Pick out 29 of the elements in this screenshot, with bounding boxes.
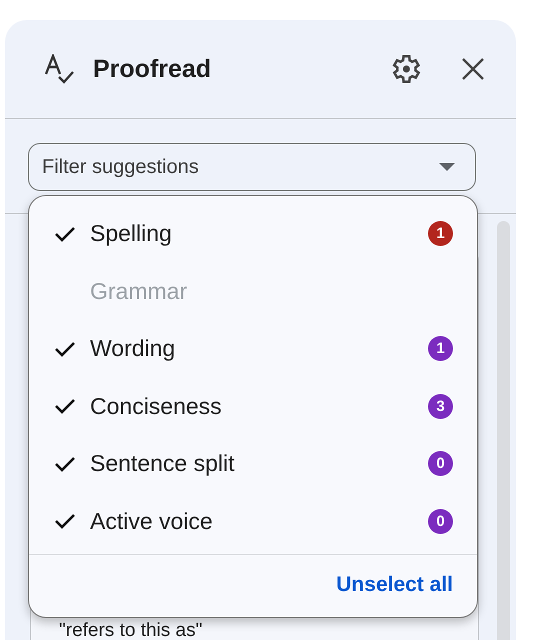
option-label: Wording bbox=[90, 335, 176, 362]
check-icon bbox=[54, 226, 76, 242]
filter-option[interactable]: Active voice 0 bbox=[29, 492, 477, 550]
filter-option[interactable]: Conciseness 3 bbox=[29, 378, 477, 435]
unselect-all-link[interactable]: Unselect all bbox=[336, 573, 453, 597]
option-label: Sentence split bbox=[90, 450, 236, 478]
filter-dropdown[interactable]: Filter suggestions bbox=[28, 143, 476, 191]
option-label: Grammar bbox=[90, 278, 188, 305]
filter-option[interactable]: Sentence split 0 bbox=[29, 435, 477, 492]
count-badge: 0 bbox=[428, 508, 453, 534]
panel-title: Proofread bbox=[93, 54, 212, 84]
count-badge: 1 bbox=[428, 336, 453, 362]
option-label: Active voice bbox=[90, 508, 214, 535]
close-icon[interactable] bbox=[460, 56, 486, 82]
check-icon bbox=[54, 456, 76, 472]
caret-icon bbox=[439, 163, 455, 171]
filter-option[interactable]: Spelling 1 bbox=[29, 205, 477, 262]
scrollbar[interactable] bbox=[497, 221, 510, 640]
check-icon bbox=[54, 398, 76, 414]
check-icon bbox=[54, 513, 76, 530]
option-label: Spelling bbox=[90, 220, 173, 248]
spellcheck-icon bbox=[43, 54, 77, 84]
filter-option[interactable]: Wording 1 bbox=[29, 320, 477, 378]
count-badge: 0 bbox=[428, 451, 453, 476]
option-label: Conciseness bbox=[90, 392, 223, 420]
count-badge: 1 bbox=[428, 221, 453, 246]
suggestion-text: "refers to this as" bbox=[59, 621, 202, 640]
check-icon bbox=[54, 340, 76, 357]
count-badge: 3 bbox=[428, 394, 453, 419]
